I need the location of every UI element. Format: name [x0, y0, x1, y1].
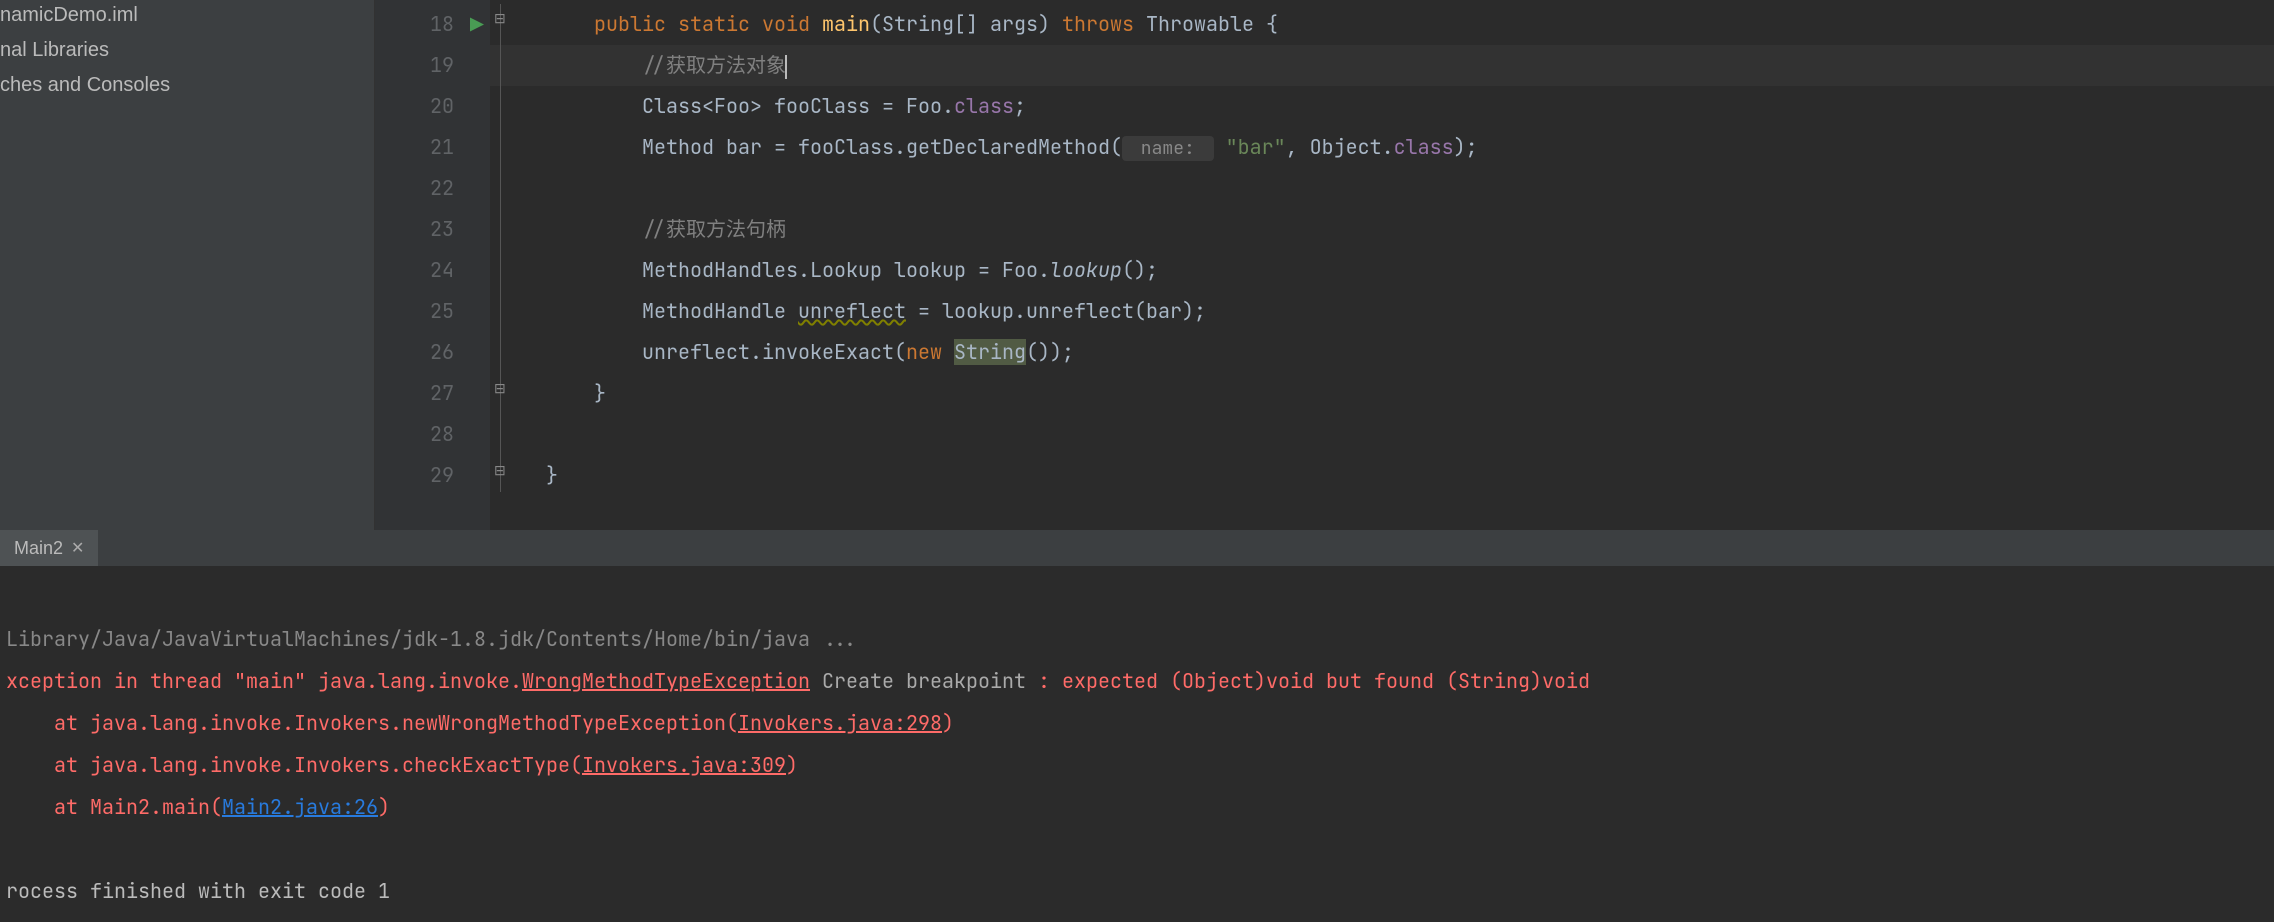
code-line[interactable]: } — [490, 373, 2274, 414]
sidebar-item[interactable]: ches and Consoles — [0, 70, 374, 105]
fold-end-icon[interactable]: ⊟ — [494, 464, 508, 478]
line-number: 23 — [430, 216, 454, 242]
stacktrace-link[interactable]: Invokers.java:309 — [582, 752, 786, 778]
gutter: 18 19 20 21 22 23 24 25 26 27 28 29 — [375, 0, 490, 530]
line-number: 26 — [430, 339, 454, 365]
sidebar-item[interactable]: namicDemo.iml — [0, 0, 374, 35]
line-number: 18 — [430, 11, 454, 37]
code-line[interactable]: } — [490, 455, 2274, 496]
line-number: 25 — [430, 298, 454, 324]
code-line[interactable]: unreflect.invokeExact(new String()); — [490, 332, 2274, 373]
stacktrace-link[interactable]: Main2.java:26 — [222, 794, 378, 820]
fold-column: ⊟ ⊟ ⊟ — [490, 0, 520, 530]
fold-end-icon[interactable]: ⊟ — [494, 382, 508, 396]
code-line[interactable]: Class<Foo> fooClass = Foo.class; — [490, 86, 2274, 127]
line-number: 19 — [430, 52, 454, 78]
fold-handle-icon[interactable]: ⊟ — [494, 12, 508, 26]
run-gutter-icon[interactable] — [470, 4, 484, 45]
code-line[interactable]: MethodHandles.Lookup lookup = Foo.lookup… — [490, 250, 2274, 291]
sidebar-item-label: ches and Consoles — [0, 74, 170, 96]
code-line[interactable] — [490, 168, 2274, 209]
console-command: Library/Java/JavaVirtualMachines/jdk-1.8… — [6, 626, 858, 652]
sidebar-item[interactable]: nal Libraries — [0, 35, 374, 70]
exit-code: rocess finished with exit code 1 — [6, 878, 390, 904]
project-sidebar[interactable]: namicDemo.iml nal Libraries ches and Con… — [0, 0, 375, 530]
line-number: 24 — [430, 257, 454, 283]
code-line[interactable]: public static void main(String[] args) t… — [490, 4, 2274, 45]
code-editor[interactable]: 18 19 20 21 22 23 24 25 26 27 28 29 — [375, 0, 2274, 530]
inlay-hint: name: — [1122, 136, 1214, 161]
close-icon[interactable]: ✕ — [71, 538, 84, 558]
run-tab[interactable]: Main2 ✕ — [0, 530, 98, 566]
line-number: 28 — [430, 421, 454, 447]
run-tab-label: Main2 — [14, 538, 63, 559]
line-number: 27 — [430, 380, 454, 406]
text-caret — [785, 55, 787, 79]
code-line[interactable]: //获取方法对象 — [490, 45, 2274, 86]
line-number: 21 — [430, 134, 454, 160]
sidebar-item-label: nal Libraries — [0, 39, 109, 61]
code-line[interactable] — [490, 414, 2274, 455]
sidebar-item-label: namicDemo.iml — [0, 4, 138, 26]
code-area[interactable]: ⊟ ⊟ ⊟ public static void main(String[] a… — [490, 0, 2274, 530]
run-tool-window: Main2 ✕ Library/Java/JavaVirtualMachines… — [0, 530, 2274, 866]
line-number: 22 — [430, 175, 454, 201]
stacktrace-link[interactable]: Invokers.java:298 — [738, 710, 942, 736]
create-breakpoint-hint[interactable]: Create breakpoint — [822, 668, 1026, 694]
line-number: 20 — [430, 93, 454, 119]
exception-link[interactable]: WrongMethodTypeException — [522, 668, 810, 694]
code-line[interactable]: Method bar = fooClass.getDeclaredMethod(… — [490, 127, 2274, 168]
code-line[interactable]: MethodHandle unreflect = lookup.unreflec… — [490, 291, 2274, 332]
run-tabs: Main2 ✕ — [0, 530, 2274, 566]
line-number: 29 — [430, 462, 454, 488]
code-line[interactable]: //获取方法句柄 — [490, 209, 2274, 250]
console-output[interactable]: Library/Java/JavaVirtualMachines/jdk-1.8… — [0, 566, 2274, 922]
